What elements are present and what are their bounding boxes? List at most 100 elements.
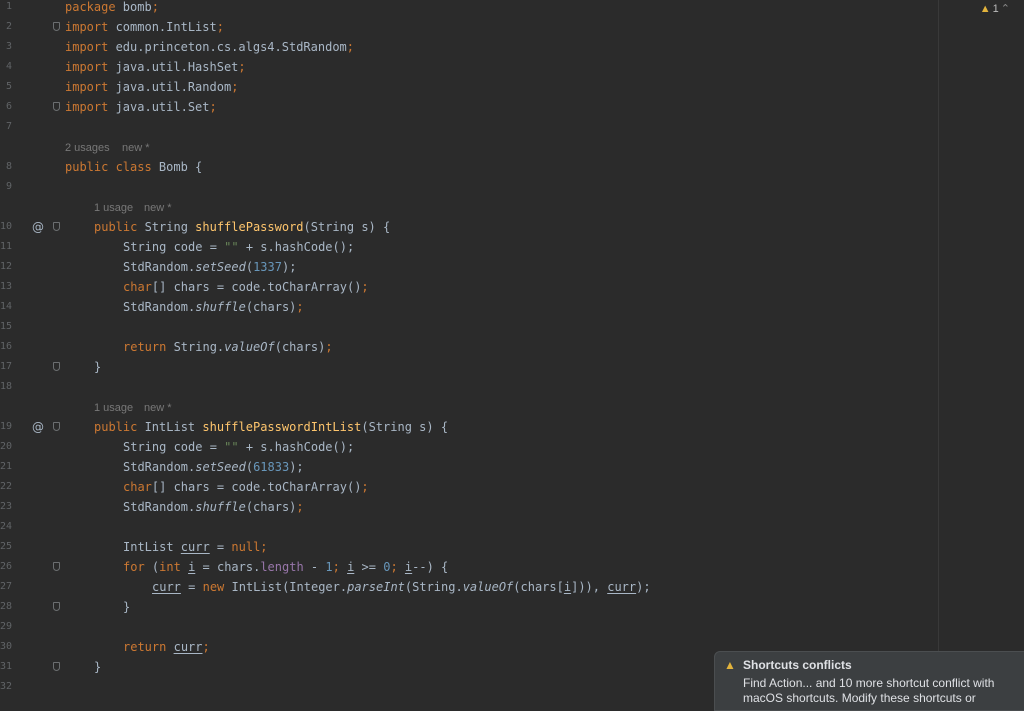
- line-number: 15: [0, 321, 13, 332]
- code-line[interactable]: 10 @ public String shufflePassword(Strin…: [0, 217, 1024, 237]
- line-number: 13: [0, 281, 13, 292]
- line-number: 16: [0, 341, 13, 352]
- code-text: }: [94, 360, 102, 374]
- code-text: import edu.princeton.cs.algs4.StdRandom;: [65, 40, 355, 54]
- line-number: 9: [5, 181, 12, 192]
- line-number: 20: [0, 441, 13, 452]
- code-line[interactable]: 24: [0, 517, 1024, 537]
- line-number: 23: [0, 501, 13, 512]
- line-number: 25: [0, 541, 13, 552]
- author-hint[interactable]: new *: [144, 397, 172, 417]
- line-number: 14: [0, 301, 13, 312]
- notification-body[interactable]: Find Action... and 10 more shortcut conf…: [743, 676, 1023, 706]
- code-text: public class Bomb {: [65, 160, 203, 174]
- fold-icon[interactable]: [53, 662, 60, 671]
- code-text: import java.util.HashSet;: [65, 60, 246, 74]
- line-number: 24: [0, 521, 13, 532]
- line-number: 31: [0, 661, 13, 672]
- code-line[interactable]: 17 }: [0, 357, 1024, 377]
- line-number: 29: [0, 621, 13, 632]
- code-text: StdRandom.setSeed(1337);: [123, 260, 297, 274]
- code-line[interactable]: 14 StdRandom.shuffle(chars);: [0, 297, 1024, 317]
- code-line[interactable]: 13 char[] chars = code.toCharArray();: [0, 277, 1024, 297]
- author-hint[interactable]: new *: [144, 197, 172, 217]
- code-line[interactable]: 15: [0, 317, 1024, 337]
- code-line[interactable]: 26 for (int i = chars.length - 1; i >= 0…: [0, 557, 1024, 577]
- code-line[interactable]: 3 import edu.princeton.cs.algs4.StdRando…: [0, 37, 1024, 57]
- code-text: import java.util.Set;: [65, 100, 217, 114]
- code-line[interactable]: 9: [0, 177, 1024, 197]
- code-line[interactable]: 23 StdRandom.shuffle(chars);: [0, 497, 1024, 517]
- code-line[interactable]: 7: [0, 117, 1024, 137]
- code-text: }: [94, 660, 102, 674]
- fold-icon[interactable]: [53, 22, 60, 31]
- line-number: 18: [0, 381, 13, 392]
- code-line[interactable]: 27 curr = new IntList(Integer.parseInt(S…: [0, 577, 1024, 597]
- code-text: IntList curr = null;: [123, 540, 268, 554]
- fold-icon[interactable]: [53, 222, 60, 231]
- line-number: 21: [0, 461, 13, 472]
- code-text: StdRandom.shuffle(chars);: [123, 300, 304, 314]
- usages-hint[interactable]: 1 usage: [94, 397, 133, 417]
- code-text: }: [123, 600, 131, 614]
- code-line[interactable]: 4 import java.util.HashSet;: [0, 57, 1024, 77]
- code-text: for (int i = chars.length - 1; i >= 0; i…: [123, 560, 449, 574]
- line-number: 22: [0, 481, 13, 492]
- code-text: package bomb;: [65, 0, 159, 14]
- override-marker-icon[interactable]: @: [32, 417, 44, 437]
- code-line[interactable]: 5 import java.util.Random;: [0, 77, 1024, 97]
- usages-hint-row[interactable]: 1 usage new *: [0, 197, 1024, 217]
- code-line[interactable]: 11 String code = "" + s.hashCode();: [0, 237, 1024, 257]
- code-text: import java.util.Random;: [65, 80, 239, 94]
- line-number: 5: [5, 81, 12, 92]
- code-line[interactable]: 21 StdRandom.setSeed(61833);: [0, 457, 1024, 477]
- usages-hint-row[interactable]: 2 usages new *: [0, 137, 1024, 157]
- line-number: 17: [0, 361, 13, 372]
- code-line[interactable]: 25 IntList curr = null;: [0, 537, 1024, 557]
- code-text: String code = "" + s.hashCode();: [123, 440, 355, 454]
- fold-icon[interactable]: [53, 602, 60, 611]
- code-line[interactable]: 22 char[] chars = code.toCharArray();: [0, 477, 1024, 497]
- code-line[interactable]: 20 String code = "" + s.hashCode();: [0, 437, 1024, 457]
- line-number: 2: [5, 21, 12, 32]
- code-line[interactable]: 16 return String.valueOf(chars);: [0, 337, 1024, 357]
- line-number: 12: [0, 261, 13, 272]
- line-number: 7: [5, 121, 12, 132]
- code-text: String code = "" + s.hashCode();: [123, 240, 355, 254]
- code-line[interactable]: 6 import java.util.Set;: [0, 97, 1024, 117]
- code-line[interactable]: 2 import common.IntList;: [0, 17, 1024, 37]
- notification-title: Shortcuts conflicts: [743, 658, 852, 672]
- line-number: 3: [5, 41, 12, 52]
- line-number: 19: [0, 421, 13, 432]
- code-line[interactable]: 1 package bomb;: [0, 0, 1024, 17]
- code-line[interactable]: 8 public class Bomb {: [0, 157, 1024, 177]
- code-line[interactable]: 28 }: [0, 597, 1024, 617]
- code-text: StdRandom.shuffle(chars);: [123, 500, 304, 514]
- fold-icon[interactable]: [53, 362, 60, 371]
- line-number: 4: [5, 61, 12, 72]
- fold-icon[interactable]: [53, 102, 60, 111]
- shortcuts-conflict-notification[interactable]: ▲ Shortcuts conflicts Find Action... and…: [714, 651, 1024, 711]
- code-text: return curr;: [123, 640, 210, 654]
- usages-hint[interactable]: 2 usages: [65, 137, 110, 157]
- code-line[interactable]: 29: [0, 617, 1024, 637]
- line-number: 6: [5, 101, 12, 112]
- code-line[interactable]: 12 StdRandom.setSeed(1337);: [0, 257, 1024, 277]
- fold-icon[interactable]: [53, 562, 60, 571]
- code-text: public IntList shufflePasswordIntList(St…: [94, 420, 449, 434]
- fold-icon[interactable]: [53, 422, 60, 431]
- line-number: 11: [0, 241, 13, 252]
- code-line[interactable]: 18: [0, 377, 1024, 397]
- code-line[interactable]: 19 @ public IntList shufflePasswordIntLi…: [0, 417, 1024, 437]
- code-text: char[] chars = code.toCharArray();: [123, 480, 369, 494]
- author-hint[interactable]: new *: [122, 137, 150, 157]
- line-number: 1: [5, 1, 12, 12]
- usages-hint-row[interactable]: 1 usage new *: [0, 397, 1024, 417]
- code-editor[interactable]: ▲ 1 ⌃ 1 package bomb; 2 import common.In…: [0, 0, 1024, 711]
- line-number: 27: [0, 581, 13, 592]
- warning-icon: ▲: [724, 658, 736, 672]
- usages-hint[interactable]: 1 usage: [94, 197, 133, 217]
- override-marker-icon[interactable]: @: [32, 217, 44, 237]
- code-text: curr = new IntList(Integer.parseInt(Stri…: [152, 580, 651, 594]
- code-text: StdRandom.setSeed(61833);: [123, 460, 304, 474]
